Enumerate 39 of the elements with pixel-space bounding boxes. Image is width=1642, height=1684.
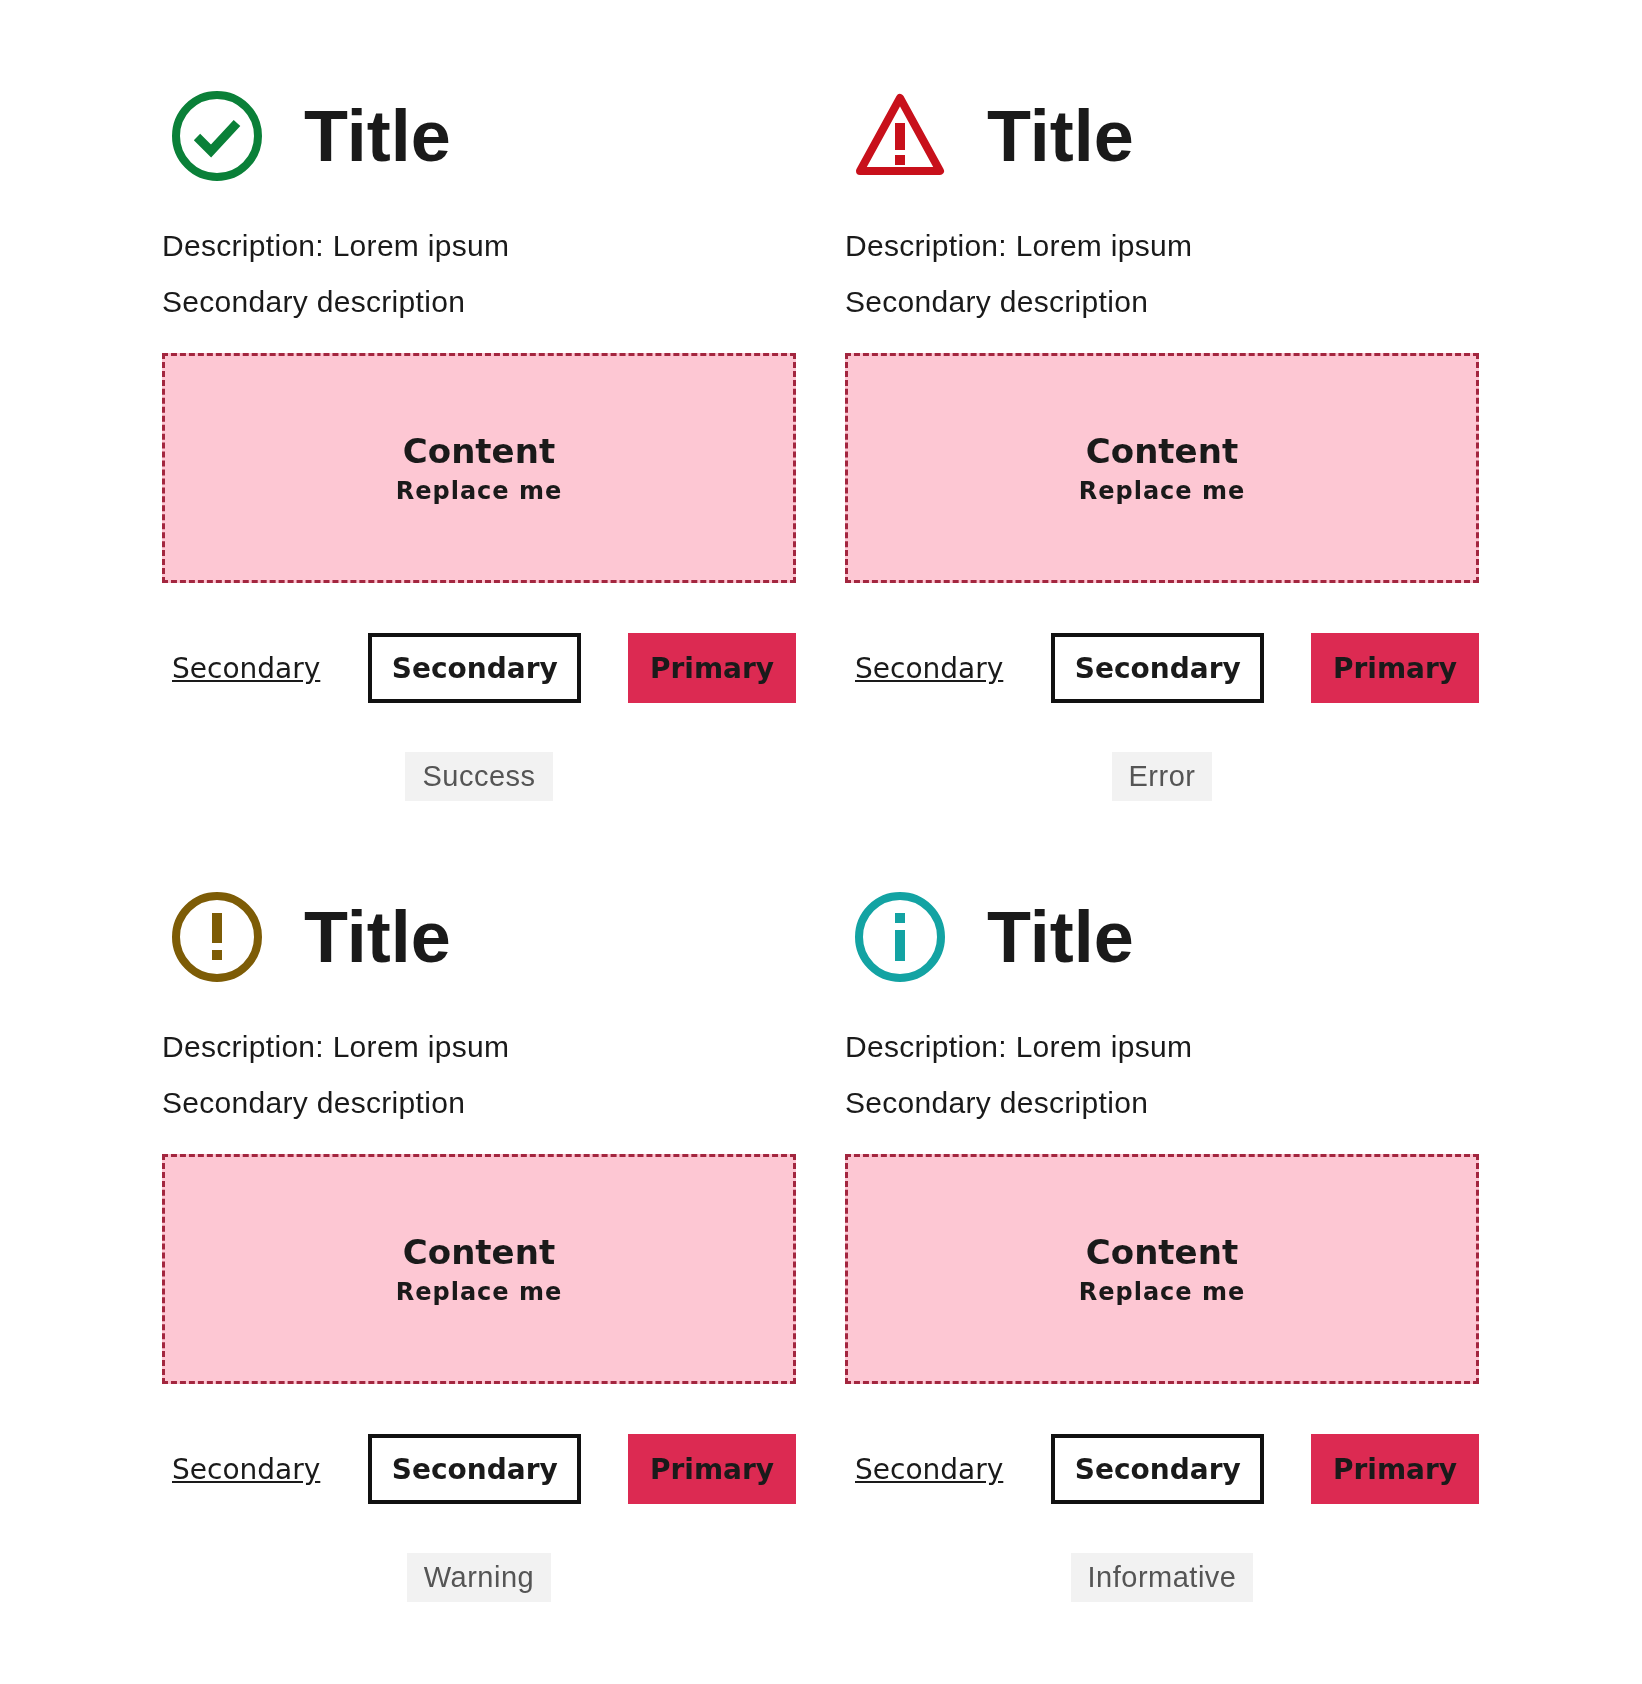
description: Description: Lorem ipsum	[162, 1029, 511, 1065]
primary-button[interactable]: Primary	[628, 633, 796, 703]
panel-title: Title	[987, 901, 1134, 973]
content-subheading: Replace me	[1078, 477, 1246, 505]
content-subheading: Replace me	[395, 1278, 563, 1306]
check-circle-icon	[170, 89, 264, 183]
description: Description: Lorem ipsum	[162, 228, 511, 264]
secondary-description: Secondary description	[162, 284, 467, 320]
secondary-description: Secondary description	[162, 1085, 467, 1121]
secondary-description: Secondary description	[845, 284, 1150, 320]
content-subheading: Replace me	[395, 477, 563, 505]
primary-button[interactable]: Primary	[1311, 1434, 1479, 1504]
secondary-link[interactable]: Secondary	[172, 651, 321, 685]
description: Description: Lorem ipsum	[845, 1029, 1194, 1065]
exclamation-circle-icon	[170, 890, 264, 984]
secondary-button[interactable]: Secondary	[368, 633, 582, 703]
secondary-button[interactable]: Secondary	[1051, 633, 1265, 703]
status-tag: Warning	[406, 1553, 552, 1602]
panel-title: Title	[304, 100, 451, 172]
status-tag: Error	[1111, 752, 1213, 801]
secondary-link[interactable]: Secondary	[172, 1452, 321, 1486]
secondary-button[interactable]: Secondary	[368, 1434, 582, 1504]
secondary-button[interactable]: Secondary	[1051, 1434, 1265, 1504]
status-tag: Success	[405, 752, 553, 801]
primary-button[interactable]: Primary	[1311, 633, 1479, 703]
content-heading: Content	[402, 1232, 556, 1272]
panel-title: Title	[987, 100, 1134, 172]
content-heading: Content	[1085, 431, 1239, 471]
primary-button[interactable]: Primary	[628, 1434, 796, 1504]
description: Description: Lorem ipsum	[845, 228, 1194, 264]
secondary-link[interactable]: Secondary	[855, 1452, 1004, 1486]
secondary-description: Secondary description	[845, 1085, 1150, 1121]
panel-title: Title	[304, 901, 451, 973]
info-circle-icon	[853, 890, 947, 984]
content-subheading: Replace me	[1078, 1278, 1246, 1306]
content-heading: Content	[402, 431, 556, 471]
status-tag: Informative	[1070, 1553, 1254, 1602]
content-heading: Content	[1085, 1232, 1239, 1272]
secondary-link[interactable]: Secondary	[855, 651, 1004, 685]
